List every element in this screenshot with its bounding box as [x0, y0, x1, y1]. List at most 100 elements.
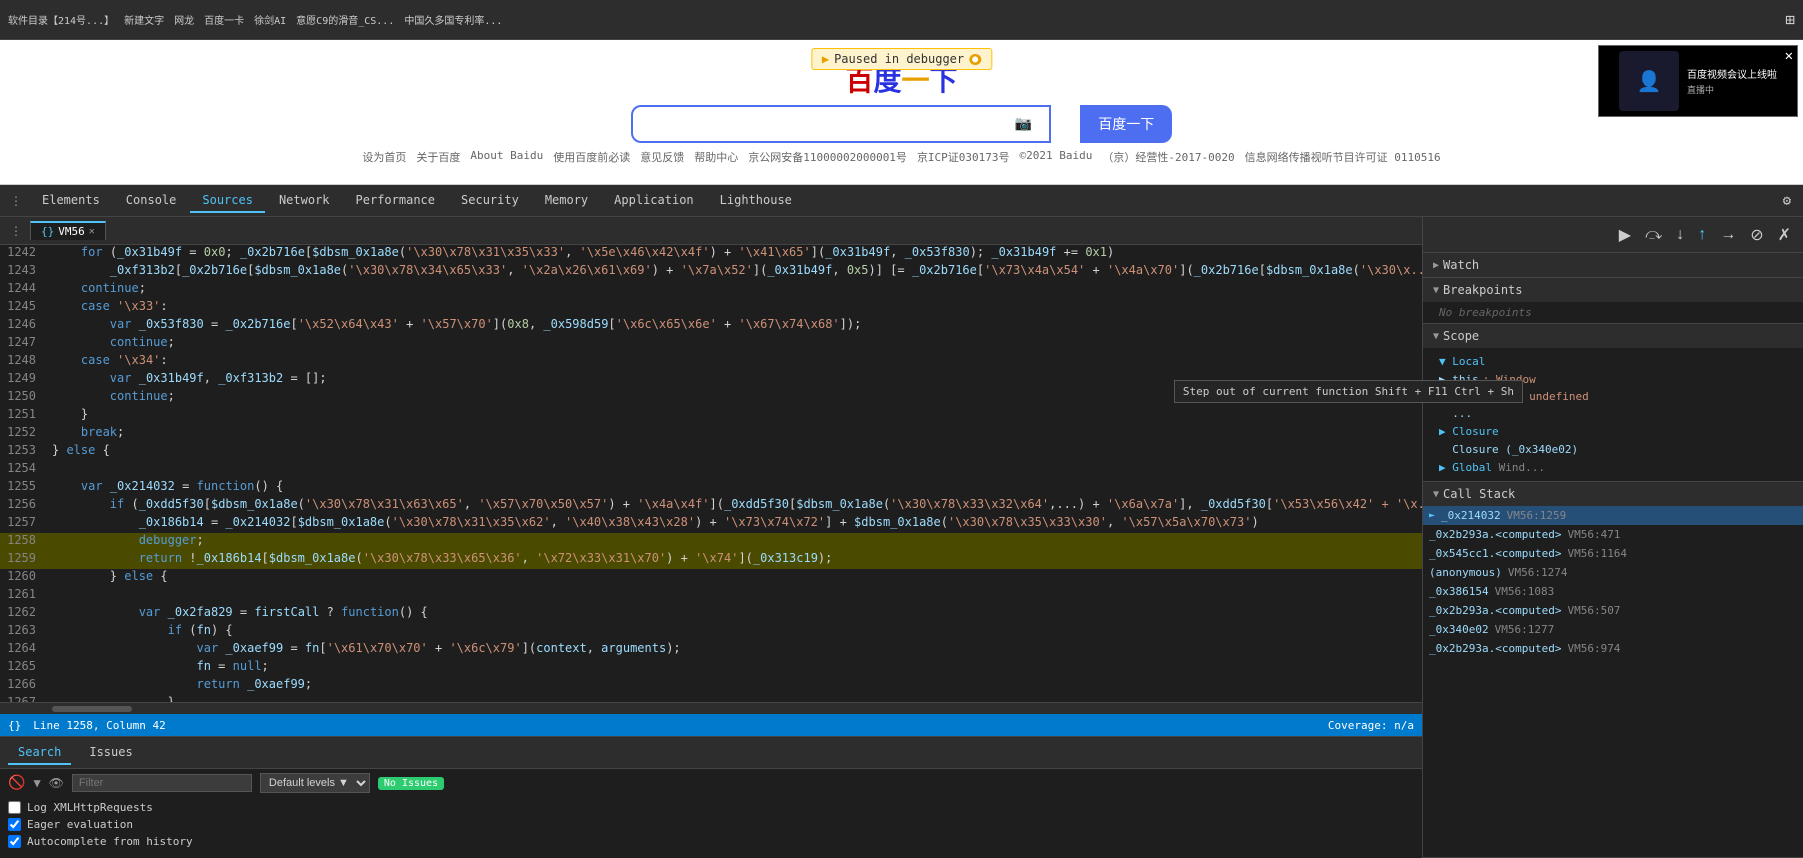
step-out-button[interactable]: ↑ [1694, 224, 1710, 246]
pause-icon: ▶ [822, 52, 829, 66]
tab-network[interactable]: Network [267, 189, 342, 213]
console-clear-icon[interactable]: 🚫 [8, 775, 25, 791]
call-file-5: VM56:507 [1567, 604, 1620, 617]
watch-header[interactable]: ▶ Watch [1423, 253, 1803, 277]
eye-icon[interactable]: 👁 [49, 776, 64, 790]
file-close-icon[interactable]: ✕ [89, 226, 95, 237]
code-line-1259: 1259 return !_0x186b14[$dbsm_0x1a8e('\x3… [0, 551, 1422, 569]
browser-tabs: 软件目录【214号...】 [8, 12, 114, 27]
scope-global-header[interactable]: ▶ Global Wind... [1439, 458, 1787, 477]
call-item-6[interactable]: _0x340e02 VM56:1277 [1423, 620, 1803, 639]
baidu-search-input[interactable] [631, 105, 1051, 143]
console-expand-icon[interactable]: ▼ [33, 776, 40, 790]
autocomplete-checkbox[interactable] [8, 835, 21, 848]
log-xml-checkbox[interactable] [8, 801, 21, 814]
video-overlay: 👤 百度视频会议上线啦 直播中 ✕ [1598, 45, 1798, 117]
tooltip-text: Step out of current function Shift + F11… [1423, 385, 1514, 398]
video-close-button[interactable]: ✕ [1785, 48, 1793, 64]
code-line-1243: 1243 _0xf313b2[_0x2b716e[$dbsm_0x1a8e('\… [0, 263, 1422, 281]
console-filter-row: 🚫 ▼ 👁 Default levels ▼ No Issues [8, 773, 1414, 793]
horizontal-scrollbar[interactable] [0, 702, 1422, 714]
scope-local-header[interactable]: ▼ Local [1439, 352, 1787, 371]
step-button[interactable]: → [1716, 224, 1740, 246]
scope-header[interactable]: ▼ Scope [1423, 324, 1803, 348]
tab-performance[interactable]: Performance [344, 189, 447, 213]
eager-eval-checkbox[interactable] [8, 818, 21, 831]
tab-console[interactable]: Console [114, 189, 189, 213]
nav-terms[interactable]: 使用百度前必读 [553, 149, 630, 165]
tab-memory[interactable]: Memory [533, 189, 600, 213]
scope-ellipsis-item: ... [1439, 405, 1787, 422]
sources-toolbar: ⋮ {} VM56 ✕ [0, 217, 1422, 245]
checkbox-row-3: Autocomplete from history [8, 835, 1414, 848]
call-item-0[interactable]: ► _0x214032 VM56:1259 [1423, 506, 1803, 525]
step-over-button[interactable]: ⤼ [1641, 224, 1666, 246]
code-line-1256: 1256 if (_0xdd5f30[$dbsm_0x1a8e('\x30\x7… [0, 497, 1422, 515]
code-line-1255: 1255 var _0x214032 = function() { [0, 479, 1422, 497]
breakpoints-header[interactable]: ▼ Breakpoints [1423, 278, 1803, 302]
nav-about-en[interactable]: About Baidu [470, 149, 543, 165]
pretty-print-btn[interactable]: {} [8, 719, 21, 732]
call-file-6: VM56:1277 [1495, 623, 1555, 636]
call-item-7[interactable]: _0x2b293a.<computed> VM56:974 [1423, 639, 1803, 658]
call-stack-header[interactable]: ▼ Call Stack [1423, 482, 1803, 506]
scope-global-arrow: ▶ [1439, 461, 1452, 474]
code-line-1263: 1263 if (fn) { [0, 623, 1422, 641]
tab-lighthouse[interactable]: Lighthouse [708, 189, 804, 213]
pause-exceptions-button[interactable]: ✗ [1774, 223, 1795, 247]
file-name-label: VM56 [58, 225, 85, 238]
devtools-menu-icon[interactable]: ⋮ [4, 190, 28, 212]
tab-elements[interactable]: Elements [30, 189, 112, 213]
breakpoints-arrow-icon: ▼ [1433, 285, 1439, 296]
code-editor[interactable]: 1242 for (_0x31b49f = 0x0; _0x2b716e[$db… [0, 245, 1422, 714]
call-file-7: VM56:974 [1567, 642, 1620, 655]
scroll-thumb[interactable] [52, 706, 132, 712]
bottom-tab-issues[interactable]: Issues [79, 741, 142, 765]
pause-resume-button[interactable]: ▶ [1615, 223, 1635, 247]
tab-sources[interactable]: Sources [190, 189, 265, 213]
call-fn-4: _0x386154 [1429, 585, 1489, 598]
bottom-bar: Search Issues [0, 736, 1422, 768]
nav-about[interactable]: 关于百度 [416, 149, 460, 165]
code-line-1260: 1260 } else { [0, 569, 1422, 587]
nav-home[interactable]: 设为首页 [362, 149, 406, 165]
step-into-button[interactable]: ↓ [1672, 224, 1688, 246]
call-item-1[interactable]: _0x2b293a.<computed> VM56:471 [1423, 525, 1803, 544]
tab-application[interactable]: Application [602, 189, 705, 213]
code-line-1267: 1267 } [0, 695, 1422, 702]
browser-tab-4: 百度一卡 [204, 12, 244, 27]
sources-panel: ⋮ {} VM56 ✕ 1242 for (_0x31b49f = 0x0; _… [0, 217, 1423, 858]
baidu-search-button[interactable]: 百度一下 [1080, 105, 1172, 143]
tab-security[interactable]: Security [449, 189, 531, 213]
console-filter-input[interactable] [72, 774, 252, 792]
baidu-page: ▶ Paused in debugger ● 百度一下 📷 百度一下 设为首页 … [0, 40, 1803, 185]
video-subtitle: 直播中 [1687, 83, 1777, 96]
call-fn-6: _0x340e02 [1429, 623, 1489, 636]
paused-banner: ▶ Paused in debugger ● [811, 48, 992, 70]
code-line-1244: 1244 continue; [0, 281, 1422, 299]
call-file-4: VM56:1083 [1495, 585, 1555, 598]
call-item-3[interactable]: (anonymous) VM56:1274 [1423, 563, 1803, 582]
call-fn-0: _0x214032 [1441, 509, 1501, 522]
devtools-body: ⋮ {} VM56 ✕ 1242 for (_0x31b49f = 0x0; _… [0, 217, 1803, 858]
nav-help[interactable]: 帮助中心 [694, 149, 738, 165]
bottom-tab-search[interactable]: Search [8, 741, 71, 765]
call-item-5[interactable]: _0x2b293a.<computed> VM56:507 [1423, 601, 1803, 620]
scope-section: ▼ Scope ▼ Local ▶ this : Window _0x2fa82… [1423, 324, 1803, 482]
scope-global-label: Global [1452, 461, 1492, 474]
nav-feedback[interactable]: 意见反馈 [640, 149, 684, 165]
devtools-settings-icon[interactable]: ⚙ [1775, 189, 1799, 213]
scope-closure-header[interactable]: ▶ Closure [1439, 422, 1787, 441]
record-icon: ● [969, 54, 981, 65]
deactivate-button[interactable]: ⊘ [1746, 223, 1767, 247]
code-content[interactable]: 1242 for (_0x31b49f = 0x0; _0x2b716e[$db… [0, 245, 1422, 702]
camera-icon[interactable]: 📷 [1015, 116, 1032, 132]
source-file-tab[interactable]: {} VM56 ✕ [30, 221, 106, 240]
code-line-1265: 1265 fn = null; [0, 659, 1422, 677]
call-item-4[interactable]: _0x386154 VM56:1083 [1423, 582, 1803, 601]
call-item-2[interactable]: _0x545cc1.<computed> VM56:1164 [1423, 544, 1803, 563]
call-fn-7: _0x2b293a.<computed> [1429, 642, 1561, 655]
video-info: 百度视频会议上线啦 直播中 [1687, 66, 1777, 96]
default-levels-select[interactable]: Default levels ▼ [260, 773, 370, 793]
sources-menu-btn[interactable]: ⋮ [6, 224, 26, 238]
